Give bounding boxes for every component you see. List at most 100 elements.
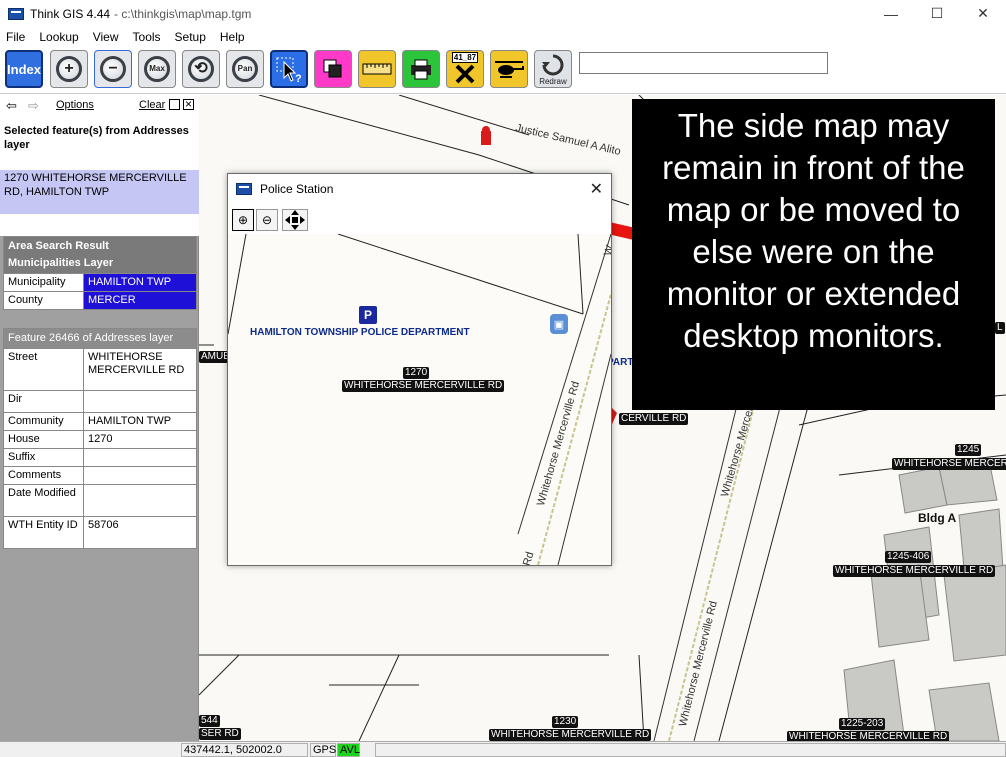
table-row[interactable]: County MERCER [4,291,196,309]
address-label: WHITEHORSE MERCERVILLE RD [833,565,996,577]
address-label: WHITEHORSE MERCERV [892,458,1006,470]
row-key: Suffix [4,449,84,466]
status-message [375,743,1006,757]
ruler-icon [362,63,392,75]
helicopter-icon [495,61,524,78]
clear-link[interactable]: Clear [139,99,165,111]
layers-button[interactable] [314,50,352,88]
table-row[interactable]: Community HAMILTON TWP [4,412,196,430]
address-label: L [995,322,1005,334]
menu-help[interactable]: Help [214,30,253,44]
menu-tools[interactable]: Tools [127,30,169,44]
zoom-previous-icon: ⟲ [188,56,214,82]
row-key: Street [4,349,84,390]
side-map-zoom-out-button[interactable]: ⊖ [256,209,278,231]
helicopter-button[interactable] [490,50,528,88]
zoom-out-icon: ⊖ [261,213,273,227]
table-row[interactable]: Date Modified [4,484,196,516]
gps-indicator[interactable]: GPS [310,743,336,757]
police-station-label: HAMILTON TOWNSHIP POLICE DEPARTMENT [250,327,470,338]
zoom-max-button[interactable]: Max [138,50,176,88]
maximize-button[interactable]: ☐ [914,0,960,27]
results-panel-toolbar: ⇦ ⇨ Options Clear [0,95,199,120]
menu-view[interactable]: View [87,30,127,44]
zoom-in-icon: ⊕ [237,213,249,227]
row-value: WHITEHORSE MERCERVILLE RD [88,351,185,376]
side-map-title-bar[interactable]: Police Station ✕ [228,174,611,204]
municipalities-header: Municipalities Layer [4,256,196,273]
side-map-title: Police Station [260,182,334,196]
coordinates-readout: 437442.1, 502002.0 [181,743,308,757]
address-number-label: 1225-203 [839,718,886,730]
row-value [84,485,196,516]
feature-header: Feature 26466 of Addresses layer [4,329,196,348]
table-row[interactable]: Suffix [4,448,196,466]
table-row[interactable]: Dir [4,390,196,412]
table-row[interactable]: Municipality HAMILTON TWP [4,273,196,291]
row-key: Dir [4,391,84,412]
row-value [84,467,196,484]
forward-arrow-icon[interactable]: ⇨ [28,98,39,114]
zoom-max-icon: Max [144,56,170,82]
think-gis-window: Think GIS 4.44 - c:\thinkgis\map\map.tgm… [0,0,1006,757]
status-bar: 437442.1, 502002.0 GPS AVL [0,741,1006,757]
side-map-zoom-in-button[interactable]: ⊕ [232,209,254,231]
table-row[interactable]: Comments [4,466,196,484]
max-label: Max [149,64,165,73]
menu-file[interactable]: File [0,30,33,44]
crossing-label: 41_87 [451,52,479,63]
window-title: Think GIS 4.44 [30,6,111,21]
pan-icon: Pan [232,56,258,82]
measure-button[interactable] [358,50,396,88]
crossing-button[interactable]: 41_87 [446,50,484,88]
avl-indicator[interactable]: AVL [337,743,360,757]
address-number-label: 1270 [403,367,430,379]
search-input[interactable] [579,52,828,74]
side-map-window[interactable]: Police Station ✕ ⊕ ⊖ P HAMILTON TOWNSHIP… [227,173,612,566]
address-label: WHITEHORSE MERCERVILLE RD [489,729,652,741]
close-button[interactable]: ✕ [960,0,1006,27]
app-icon [8,7,24,20]
row-key: Municipality [4,274,84,291]
address-label: WHITEHORSE MERCERVILLE RD [787,731,950,741]
address-number-label: 1230 [552,716,579,728]
pan-arrows-icon [285,210,305,230]
svg-text:?: ? [295,73,302,84]
close-icon[interactable]: ✕ [590,179,603,199]
table-row[interactable]: Street WHITEHORSE MERCERVILLE RD [4,348,196,390]
building-label: Bldg A [918,511,957,525]
menu-setup[interactable]: Setup [169,30,214,44]
table-row[interactable]: House 1270 [4,430,196,448]
index-button[interactable]: Index [5,50,43,88]
selected-feature-item[interactable]: 1270 WHITEHORSE MERCERVILLE RD, HAMILTON… [0,170,199,214]
table-row[interactable]: WTH Entity ID 58706 [4,516,196,548]
zoom-in-button[interactable]: + [50,50,88,88]
feature-table: Feature 26466 of Addresses layer Street … [3,328,197,549]
zoom-out-button[interactable]: − [94,50,132,88]
restore-icon[interactable] [169,99,180,110]
pan-label: Pan [237,64,253,73]
pan-button[interactable]: Pan [226,50,264,88]
identify-button[interactable]: ? [270,50,308,88]
zoom-previous-button[interactable]: ⟲ [182,50,220,88]
address-number-label: 1245 [955,444,982,456]
bus-stop-icon[interactable]: ▣ [550,314,568,334]
redraw-button[interactable]: Redraw [534,50,572,88]
side-map-pan-button[interactable] [282,209,308,231]
minimize-button[interactable]: — [868,0,914,27]
options-link[interactable]: Options [56,99,94,111]
annotation-callout: The side map may remain in front of the … [632,99,995,410]
title-bar: Think GIS 4.44 - c:\thinkgis\map\map.tgm… [0,0,1006,27]
menu-lookup[interactable]: Lookup [33,30,86,44]
back-arrow-icon[interactable]: ⇦ [6,98,17,114]
zoom-out-icon: − [100,56,126,82]
printer-icon [411,59,431,80]
side-map-canvas[interactable]: P HAMILTON TOWNSHIP POLICE DEPARTMENT ▣ … [228,234,611,565]
police-station-marker[interactable]: P [359,306,377,324]
hydrant-icon [481,126,491,145]
menu-bar: File Lookup View Tools Setup Help [0,28,1006,46]
row-value: 58706 [88,519,119,531]
row-value: HAMILTON TWP [84,274,196,291]
close-panel-icon[interactable] [183,97,194,111]
print-button[interactable] [402,50,440,88]
